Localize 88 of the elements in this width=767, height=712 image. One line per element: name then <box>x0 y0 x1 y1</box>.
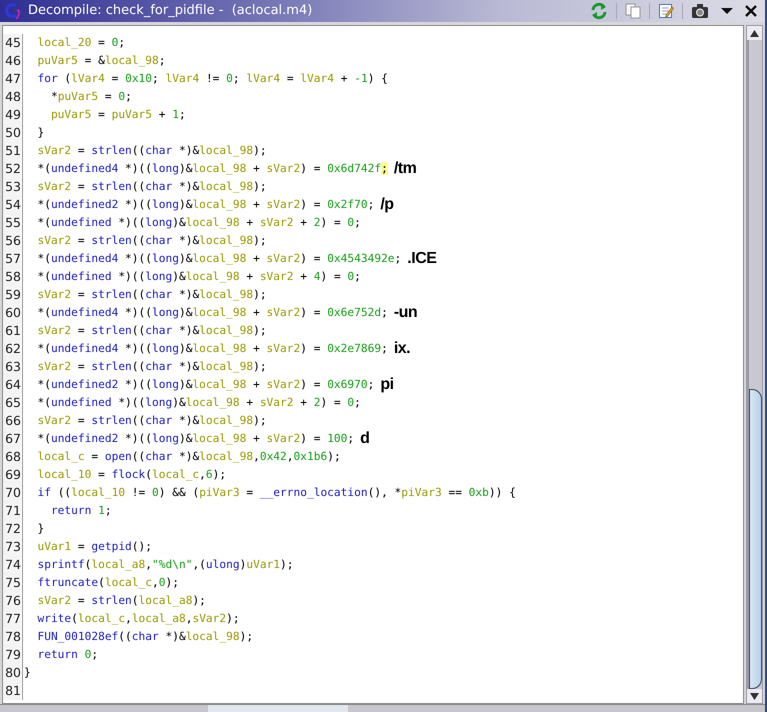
line-number: 75 <box>3 574 21 592</box>
code-line: sVar2 = strlen((char *)&local_98); <box>36 413 267 429</box>
code-line: *(undefined2 *)((long)&local_98 + sVar2) = 0x2f70; <box>36 197 374 213</box>
scrollbar-thumb[interactable] <box>749 389 762 689</box>
code-line: } <box>36 125 44 141</box>
arrow-up-icon <box>750 30 759 36</box>
line-number: 67 <box>3 430 21 448</box>
line-number: 53 <box>3 178 21 196</box>
line-number: 80 <box>3 664 21 682</box>
code-line: sVar2 = strlen((char *)&local_98); <box>36 143 267 159</box>
line-number: 46 <box>3 52 21 70</box>
line-number: 61 <box>3 322 21 340</box>
line-number: 66 <box>3 412 21 430</box>
code-line: local_20 = 0; <box>36 35 126 51</box>
code-line: puVar5 = puVar5 + 1; <box>50 107 186 123</box>
line-number: 57 <box>3 250 21 268</box>
code-line: *(undefined2 *)((long)&local_98 + sVar2) = 100; <box>36 431 354 447</box>
code-line: *(undefined *)((long)&local_98 + sVar2 + 2) = 0; <box>36 395 361 411</box>
line-number: 47 <box>3 70 21 88</box>
code-line: } <box>36 521 44 537</box>
code-line: if ((local_10 != 0) && (piVar3 = __errno_location(), *piVar3 == 0xb)) { <box>36 485 516 501</box>
code-line: *(undefined4 *)((long)&local_98 + sVar2) = 0x6e752d; <box>36 305 388 321</box>
code-line: sVar2 = strlen((char *)&local_98); <box>36 233 267 249</box>
code-line: for (lVar4 = 0x10; lVar4 != 0; lVar4 = lVar4 + -1) { <box>36 71 388 87</box>
code-line: sVar2 = strlen(local_a8); <box>36 593 206 609</box>
annotation-text: .ICE <box>407 250 436 268</box>
annotation-text: ix. <box>394 340 410 358</box>
annotation-text: -un <box>394 304 418 322</box>
line-number: 74 <box>3 556 21 574</box>
code-line: *puVar5 = 0; <box>50 89 132 105</box>
annotation-text: pi <box>380 376 394 394</box>
code-line: local_c = open((char *)&local_98,0x42,0x1b6); <box>36 449 341 465</box>
code-line: *(undefined4 *)((long)&local_98 + sVar2) = 0x4543492e; <box>36 251 402 267</box>
line-number: 65 <box>3 394 21 412</box>
decompiler-icon <box>4 2 22 20</box>
line-number: 52 <box>3 160 21 178</box>
line-number: 45 <box>3 34 21 52</box>
line-number: 63 <box>3 358 21 376</box>
line-number: 58 <box>3 268 21 286</box>
caret-icon <box>721 7 733 15</box>
line-number: 81 <box>3 682 21 700</box>
code-line: local_10 = flock(local_c,6); <box>36 467 226 483</box>
horizontal-scrollbar[interactable] <box>0 704 765 712</box>
window-title: Decompile: check_for_pidfile - (aclocal.m4) <box>28 2 312 20</box>
code-line: uVar1 = getpid(); <box>36 539 152 555</box>
code-line: write(local_c,local_a8,sVar2); <box>36 611 240 627</box>
line-number: 59 <box>3 286 21 304</box>
code-line: FUN_001028ef((char *)&local_98); <box>36 629 254 645</box>
line-number: 77 <box>3 610 21 628</box>
annotation-text: /p <box>380 196 394 214</box>
line-number: 62 <box>3 340 21 358</box>
annotation-text: /tm <box>394 160 416 178</box>
code-line: return 0; <box>36 647 98 663</box>
line-number: 64 <box>3 376 21 394</box>
arrow-down-icon <box>750 692 759 700</box>
code-line: sVar2 = strlen((char *)&local_98); <box>36 179 267 195</box>
line-number: 72 <box>3 520 21 538</box>
line-number: 68 <box>3 448 21 466</box>
code-line: sVar2 = strlen((char *)&local_98); <box>36 359 267 375</box>
line-number: 55 <box>3 214 21 232</box>
code-line: sVar2 = strlen((char *)&local_98); <box>36 323 267 339</box>
line-number: 69 <box>3 466 21 484</box>
code-line: *(undefined4 *)((long)&local_98 + sVar2) = 0x6d742f; <box>36 161 388 177</box>
vertical-scrollbar[interactable] <box>746 25 763 704</box>
line-number: 51 <box>3 142 21 160</box>
line-number: 49 <box>3 106 21 124</box>
code-line: *(undefined4 *)((long)&local_98 + sVar2) = 0x2e7869; <box>36 341 388 357</box>
line-number: 54 <box>3 196 21 214</box>
line-number: 48 <box>3 88 21 106</box>
annotation-text: d <box>360 430 370 448</box>
line-number: 78 <box>3 628 21 646</box>
line-number: 79 <box>3 646 21 664</box>
code-line: *(undefined *)((long)&local_98 + sVar2 + 2) = 0; <box>36 215 361 231</box>
line-number: 71 <box>3 502 21 520</box>
code-line: puVar5 = &local_98; <box>36 53 166 69</box>
code-line: return 1; <box>50 503 112 519</box>
code-line: } <box>23 665 31 681</box>
line-number: 70 <box>3 484 21 502</box>
code-line: sprintf(local_a8,"%d\n",(ulong)uVar1); <box>36 557 294 573</box>
line-number: 60 <box>3 304 21 322</box>
line-number: 73 <box>3 538 21 556</box>
line-number: 50 <box>3 124 21 142</box>
code-line: *(undefined2 *)((long)&local_98 + sVar2) = 0x6970; <box>36 377 374 393</box>
line-number: 56 <box>3 232 21 250</box>
code-line: sVar2 = strlen((char *)&local_98); <box>36 287 267 303</box>
code-line: ftruncate(local_c,0); <box>36 575 179 591</box>
code-line: *(undefined *)((long)&local_98 + sVar2 + 4) = 0; <box>36 269 361 285</box>
line-number: 76 <box>3 592 21 610</box>
